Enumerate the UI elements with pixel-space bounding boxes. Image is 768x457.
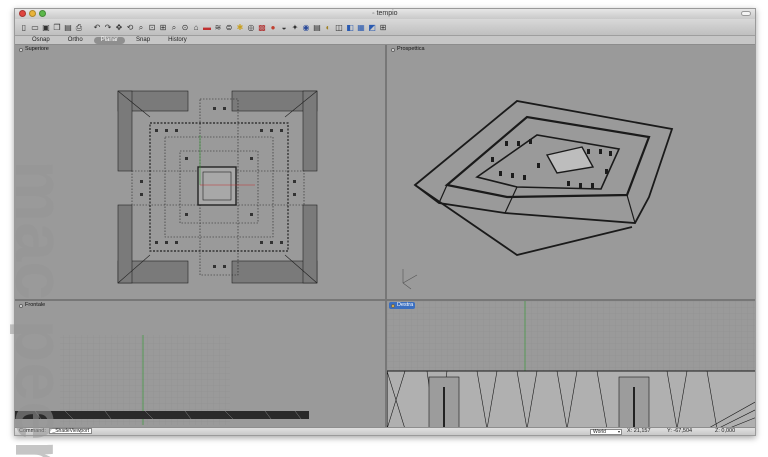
coord-x: X: 21,157 xyxy=(627,428,651,434)
coord-z: Z: 0,000 xyxy=(715,428,736,434)
tab-snap[interactable]: Snap xyxy=(129,37,157,44)
save-icon[interactable]: ▣ xyxy=(41,22,51,33)
sphere-icon[interactable]: ● xyxy=(268,22,278,33)
window-title: ▫ tempio xyxy=(15,9,755,19)
view-top-icon[interactable]: ▤ xyxy=(312,22,322,33)
shade-icon[interactable]: ▦ xyxy=(356,22,366,33)
viewport-right-title: Destra xyxy=(397,302,414,308)
grid-icon[interactable]: ⊞ xyxy=(378,22,388,33)
top-view-drawing xyxy=(117,90,318,284)
zoom-icon[interactable]: ⌕ xyxy=(136,22,146,33)
app-window: ▫ tempio ▯ ▭ ▣ ❐ ▤ ⎙ ↶ ↷ ✥ ⟲ ⌕ ⊡ ⊞ ⌕ ⊙ ⌂ … xyxy=(14,8,756,436)
zoom-selected-icon[interactable]: ⌕ xyxy=(169,22,179,33)
pan-icon[interactable]: ✥ xyxy=(114,22,124,33)
zoom-window-icon[interactable]: ⊡ xyxy=(147,22,157,33)
viewport-perspective-label[interactable]: Prospettica xyxy=(389,46,427,53)
viewport-perspective[interactable]: Prospettica xyxy=(387,45,755,299)
tab-history[interactable]: History xyxy=(161,37,194,44)
window-title-text: tempio xyxy=(376,10,398,17)
view-right-icon[interactable]: ◫ xyxy=(334,22,344,33)
viewport-perspective-title: Prospettica xyxy=(397,46,425,52)
watermark-text: mac peer xyxy=(10,160,70,457)
chevron-down-icon: ▾ xyxy=(617,429,620,434)
named-view-icon[interactable]: ⌂ xyxy=(191,22,201,33)
rotate-view-icon[interactable]: ⟲ xyxy=(125,22,135,33)
viewport-front[interactable]: Frontale xyxy=(15,301,385,429)
osnap-icon[interactable]: ◎ xyxy=(246,22,256,33)
viewport-menu-icon[interactable] xyxy=(391,47,395,52)
view-front-icon[interactable]: ◐ xyxy=(323,22,333,33)
redo-icon[interactable]: ↷ xyxy=(103,22,113,33)
main-toolbar: ▯ ▭ ▣ ❐ ▤ ⎙ ↶ ↷ ✥ ⟲ ⌕ ⊡ ⊞ ⌕ ⊙ ⌂ ▬ ≋ ⊜ ✱ … xyxy=(15,19,755,36)
paste-icon[interactable]: ▤ xyxy=(63,22,73,33)
camera-icon[interactable]: ◉ xyxy=(301,22,311,33)
viewport-right-label[interactable]: Destra xyxy=(389,302,416,309)
copy-icon[interactable]: ❐ xyxy=(52,22,62,33)
viewport-top-title: Superiore xyxy=(25,46,49,52)
render-preview-icon[interactable]: ◩ xyxy=(367,22,377,33)
units-dropdown[interactable]: World ▾ xyxy=(590,429,622,435)
render-icon[interactable]: ▩ xyxy=(257,22,267,33)
layers-icon[interactable]: ≋ xyxy=(213,22,223,33)
zoom-extents-icon[interactable]: ⊞ xyxy=(158,22,168,33)
tab-ortho[interactable]: Ortho xyxy=(61,37,90,44)
print-icon[interactable]: ⎙ xyxy=(74,22,84,33)
title-bar: ▫ tempio xyxy=(15,9,755,19)
viewport-right[interactable]: Destra xyxy=(387,301,755,429)
zoom-dynamic-icon[interactable]: ⊙ xyxy=(180,22,190,33)
red-tool-icon[interactable]: ▬ xyxy=(202,22,212,33)
select-icon[interactable]: ✱ xyxy=(235,22,245,33)
front-view-drawing xyxy=(15,335,309,425)
coord-y: Y: -67,504 xyxy=(667,428,693,434)
light-icon[interactable]: ✦ xyxy=(290,22,300,33)
tab-planar[interactable]: Planar xyxy=(93,36,126,44)
new-file-icon[interactable]: ▯ xyxy=(19,22,29,33)
material-icon[interactable]: ◒ xyxy=(279,22,289,33)
viewport-top-label[interactable]: Superiore xyxy=(17,46,51,53)
tab-osnap[interactable]: Osnap xyxy=(25,37,57,44)
mode-tabs: Osnap Ortho Planar Snap History xyxy=(15,36,755,45)
viewport-area: Superiore Prospettica Frontale Destra xyxy=(15,45,755,429)
undo-icon[interactable]: ↶ xyxy=(92,22,102,33)
document-icon: ▫ xyxy=(372,11,375,17)
right-view-drawing xyxy=(387,301,755,429)
properties-icon[interactable]: ⊜ xyxy=(224,22,234,33)
viewport-menu-icon[interactable] xyxy=(19,47,23,52)
status-bar: Command: _ShadeViewport World ▾ X: 21,15… xyxy=(15,427,755,435)
viewport-top[interactable]: Superiore xyxy=(15,45,385,299)
watermark: mac peer xyxy=(10,160,70,457)
viewport-menu-icon[interactable] xyxy=(391,303,395,308)
open-folder-icon[interactable]: ▭ xyxy=(30,22,40,33)
units-value: World xyxy=(593,429,606,435)
view-perspective-icon[interactable]: ◧ xyxy=(345,22,355,33)
perspective-drawing xyxy=(402,100,674,290)
toolbar-toggle-button[interactable] xyxy=(741,11,751,16)
